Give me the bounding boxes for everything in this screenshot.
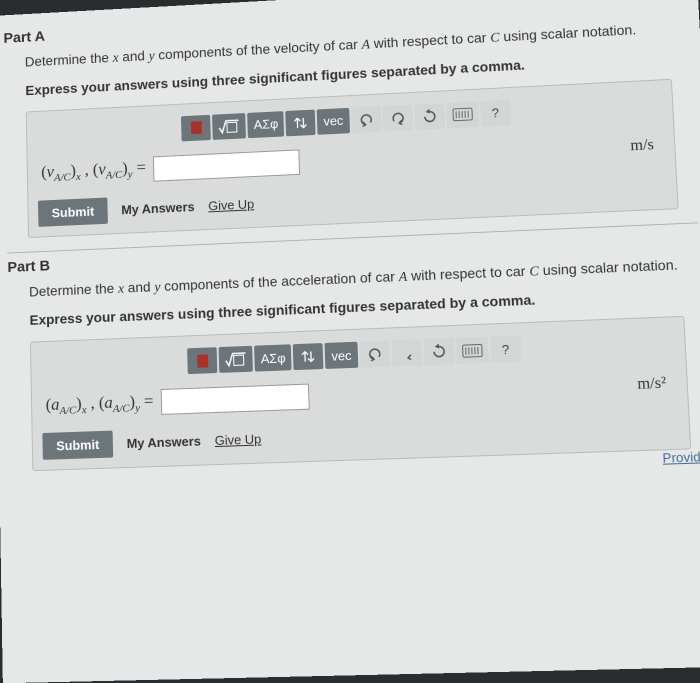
expression-label: (vA/C)x , (vA/C)y =: [41, 158, 146, 185]
keyboard-button[interactable]: [455, 337, 488, 364]
text: components of the velocity of car: [154, 36, 361, 62]
sqrt-button[interactable]: [219, 346, 253, 373]
answer-input[interactable]: [153, 149, 300, 181]
keyboard-icon: [462, 344, 483, 358]
my-answers-link[interactable]: My Answers: [126, 434, 201, 452]
greek-button[interactable]: ΑΣφ: [254, 344, 292, 371]
equation-toolbar: ΑΣφ vec ?: [41, 330, 675, 380]
text: Determine the: [25, 49, 113, 69]
reset-button[interactable]: [423, 338, 454, 365]
my-answers-link[interactable]: My Answers: [121, 199, 195, 217]
redo-icon: [398, 346, 415, 361]
submit-button[interactable]: Submit: [38, 197, 108, 226]
help-button[interactable]: ?: [480, 99, 511, 126]
part-b: Part B Determine the x and y components …: [7, 229, 700, 487]
redo-button[interactable]: [382, 104, 413, 131]
sqrt-button[interactable]: [212, 113, 246, 140]
text: using scalar notation.: [538, 256, 678, 278]
keyboard-button[interactable]: [446, 101, 479, 128]
input-row: (aA/C)x , (aA/C)y = m/s²: [42, 370, 677, 419]
template-button[interactable]: [181, 114, 211, 141]
template-button[interactable]: [187, 347, 217, 374]
redo-icon: [390, 111, 406, 125]
text: components of the acceleration of car: [160, 268, 399, 294]
give-up-link[interactable]: Give Up: [208, 196, 254, 213]
undo-button[interactable]: [359, 341, 390, 368]
undo-icon: [358, 112, 374, 126]
text: Determine the: [29, 280, 118, 299]
text: and: [118, 48, 148, 65]
greek-button[interactable]: ΑΣφ: [247, 111, 284, 138]
sub-sup-button[interactable]: [286, 109, 316, 136]
text: and: [124, 278, 155, 295]
vec-button[interactable]: vec: [317, 107, 350, 134]
square-icon: [191, 121, 202, 134]
keyboard-icon: [452, 108, 472, 122]
vec-button[interactable]: vec: [325, 342, 358, 369]
arrows-icon: [300, 348, 316, 365]
units-label: m/s²: [637, 374, 673, 394]
part-a-answer-box: ΑΣφ vec ?: [26, 78, 679, 237]
arrows-icon: [293, 114, 309, 130]
units-label: m/s: [630, 136, 661, 155]
undo-button[interactable]: [351, 106, 382, 133]
part-b-answer-box: ΑΣφ vec ?: [30, 316, 691, 471]
submit-button[interactable]: Submit: [42, 431, 113, 460]
redo-button[interactable]: [391, 339, 422, 366]
give-up-link[interactable]: Give Up: [215, 432, 262, 449]
help-button[interactable]: ?: [490, 336, 522, 363]
expression-label: (aA/C)x , (aA/C)y =: [46, 391, 154, 417]
part-a: Part A Determine the x and y components …: [3, 0, 697, 239]
reset-icon: [430, 343, 447, 360]
sqrt-icon: [218, 118, 240, 135]
reset-button[interactable]: [414, 103, 445, 130]
answer-input[interactable]: [161, 384, 310, 415]
sqrt-icon: [225, 351, 247, 368]
undo-icon: [366, 347, 383, 362]
text: with respect to car: [407, 262, 530, 283]
reset-icon: [421, 108, 438, 124]
square-icon: [197, 354, 208, 367]
text: with respect to car: [370, 29, 491, 51]
text: using scalar notation.: [499, 21, 636, 44]
sub-sup-button[interactable]: [293, 343, 324, 370]
